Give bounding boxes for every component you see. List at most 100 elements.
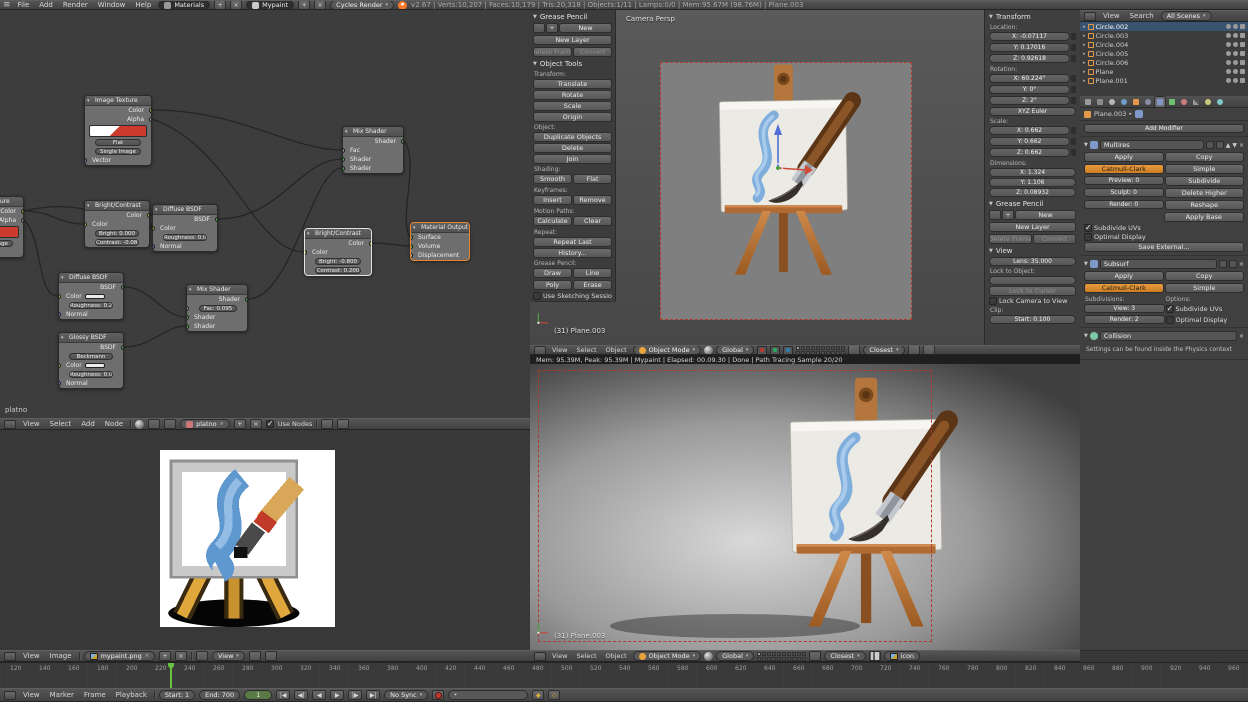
socket-shader-icon[interactable] bbox=[187, 315, 189, 320]
lock-to-object-field[interactable] bbox=[989, 276, 1076, 285]
menu-view[interactable]: View bbox=[549, 652, 570, 660]
apply-button[interactable]: Apply bbox=[1084, 152, 1164, 162]
outliner-row[interactable]: ▸ Circle.004 bbox=[1080, 40, 1248, 49]
socket-shader-icon[interactable] bbox=[343, 166, 345, 171]
socket-color-icon[interactable] bbox=[21, 209, 23, 214]
unlink-image-button[interactable]: × bbox=[175, 651, 187, 661]
jump-to-start-button[interactable]: |◀ bbox=[276, 690, 290, 700]
tab-object[interactable] bbox=[1131, 97, 1141, 107]
lock-icon[interactable] bbox=[1071, 55, 1076, 62]
renderability-icon[interactable] bbox=[1240, 69, 1245, 74]
texture-nodes-icon[interactable] bbox=[164, 419, 176, 429]
subdivide-uvs-checkbox[interactable] bbox=[1166, 305, 1174, 313]
selectability-icon[interactable] bbox=[1233, 78, 1238, 83]
socket-shader-icon[interactable] bbox=[245, 297, 247, 302]
image-datablock[interactable]: mypaint.png× bbox=[84, 651, 155, 661]
rotation-mode-selector[interactable]: XYZ Euler bbox=[989, 107, 1076, 116]
socket-normal-icon[interactable] bbox=[59, 312, 61, 317]
translate-button[interactable]: Translate bbox=[533, 79, 612, 89]
lock-icon[interactable] bbox=[1071, 97, 1076, 104]
pencil-icon[interactable] bbox=[989, 210, 1001, 220]
layers-grid[interactable] bbox=[757, 652, 806, 661]
snap-magnet-icon[interactable] bbox=[848, 345, 860, 355]
image-paint-icon[interactable] bbox=[265, 651, 277, 661]
pin-icon[interactable] bbox=[196, 651, 208, 661]
location-y-field[interactable]: Y: 0.17016 bbox=[989, 43, 1070, 52]
interpolation-field[interactable]: Flat bbox=[95, 139, 141, 146]
sketching-session-checkbox[interactable] bbox=[533, 292, 541, 300]
collapse-icon[interactable]: ▼ bbox=[1084, 261, 1088, 267]
gp-poly-button[interactable]: Poly bbox=[533, 280, 572, 290]
ruler-button[interactable]: Ruler/Protractor bbox=[533, 301, 612, 302]
distribution-field[interactable]: Beckmann bbox=[69, 353, 113, 360]
calculate-paths-button[interactable]: Calculate bbox=[533, 216, 572, 226]
scale-button[interactable]: Scale bbox=[533, 101, 612, 111]
lens-field[interactable]: Lens: 35.000 bbox=[989, 257, 1076, 266]
socket-color-icon[interactable] bbox=[153, 226, 155, 231]
tool-shelf[interactable]: ▼Grease Pencil + New New Layer Delete Fr… bbox=[530, 10, 616, 302]
visibility-icon[interactable] bbox=[1226, 33, 1231, 38]
expand-icon[interactable]: ▸ bbox=[1083, 78, 1086, 84]
properties-editor[interactable]: Plane.003 ▸ Add Modifier ▼ Multires ▲ ▼ … bbox=[1080, 96, 1248, 650]
menu-render[interactable]: Render bbox=[60, 1, 91, 9]
socket-shader-icon[interactable] bbox=[401, 139, 403, 144]
manipulator-translate-icon[interactable] bbox=[757, 346, 767, 355]
view-toggle-icon[interactable] bbox=[1216, 141, 1224, 149]
object-name[interactable]: Circle.005 bbox=[1096, 50, 1129, 58]
add-icon[interactable]: + bbox=[546, 23, 558, 33]
image-canvas[interactable] bbox=[160, 450, 335, 627]
roughness-field[interactable]: Roughness: 0.000 bbox=[69, 371, 113, 378]
gp-new-button[interactable]: New bbox=[559, 23, 612, 33]
menu-select[interactable]: Select bbox=[573, 652, 599, 660]
shader-type-icon[interactable] bbox=[135, 420, 144, 429]
opengl-render-icon[interactable] bbox=[908, 345, 920, 355]
editor-type-icon[interactable] bbox=[534, 346, 546, 355]
history-button[interactable]: History... bbox=[533, 248, 612, 258]
selectability-icon[interactable] bbox=[1233, 42, 1238, 47]
menu-image[interactable]: Image bbox=[47, 652, 75, 660]
node-mix-shader-2[interactable]: Mix Shader Shader Fac: 0.095 Shader Shad… bbox=[186, 284, 248, 332]
screen-layout-selector[interactable]: Materials bbox=[158, 0, 210, 10]
translate-manipulator[interactable] bbox=[768, 122, 814, 178]
next-keyframe-button[interactable]: |▶ bbox=[348, 690, 362, 700]
join-button[interactable]: Join bbox=[533, 154, 612, 164]
lock-icon[interactable] bbox=[1071, 127, 1076, 134]
tab-particles[interactable] bbox=[1203, 97, 1213, 107]
tab-physics[interactable] bbox=[1215, 97, 1225, 107]
use-nodes-checkbox[interactable] bbox=[266, 420, 274, 428]
menu-file[interactable]: File bbox=[15, 1, 33, 9]
socket-displacement-icon[interactable] bbox=[411, 253, 413, 258]
tab-render[interactable] bbox=[1083, 97, 1093, 107]
camera-frame[interactable] bbox=[660, 62, 912, 320]
outliner-row[interactable]: ▸Plane bbox=[1080, 67, 1248, 76]
pivot-selector[interactable]: Global▾ bbox=[716, 651, 754, 661]
expand-icon[interactable]: ▸ bbox=[1083, 42, 1086, 48]
manipulator-scale-icon[interactable] bbox=[783, 346, 793, 355]
object-name[interactable]: Circle.004 bbox=[1096, 41, 1129, 49]
simple-button[interactable]: Simple bbox=[1165, 164, 1245, 174]
render-subdivisions-field[interactable]: Render: 2 bbox=[1084, 315, 1165, 324]
snap-icon[interactable] bbox=[321, 419, 333, 429]
current-frame-field[interactable]: 1 bbox=[244, 690, 272, 700]
tab-object-data[interactable] bbox=[1167, 97, 1177, 107]
socket-normal-icon[interactable] bbox=[59, 381, 61, 386]
gp-delete-frame-button[interactable]: Delete Frame bbox=[533, 47, 572, 57]
delete-modifier-icon[interactable]: × bbox=[1239, 142, 1244, 149]
smooth-button[interactable]: Smooth bbox=[533, 174, 572, 184]
bright-field[interactable]: Bright: -0.800 bbox=[315, 258, 361, 265]
uv-image-editor[interactable] bbox=[0, 430, 530, 650]
socket-color-icon[interactable] bbox=[59, 294, 61, 299]
gp-line-button[interactable]: Line bbox=[573, 268, 612, 278]
renderability-icon[interactable] bbox=[1240, 42, 1245, 47]
menu-search[interactable]: Search bbox=[1127, 12, 1157, 20]
color-swatch[interactable] bbox=[85, 363, 105, 368]
prev-keyframe-button[interactable]: ◀| bbox=[294, 690, 308, 700]
copy-button[interactable]: Copy bbox=[1165, 271, 1245, 281]
new-image-button[interactable]: + bbox=[159, 651, 171, 661]
menu-object[interactable]: Object bbox=[603, 346, 630, 354]
menu-view[interactable]: View bbox=[1100, 12, 1123, 20]
socket-bsdf-icon[interactable] bbox=[121, 345, 123, 350]
end-frame-field[interactable]: End: 700 bbox=[199, 690, 240, 700]
remove-keyframe-button[interactable]: Remove bbox=[573, 195, 612, 205]
socket-color-icon[interactable] bbox=[85, 222, 87, 227]
